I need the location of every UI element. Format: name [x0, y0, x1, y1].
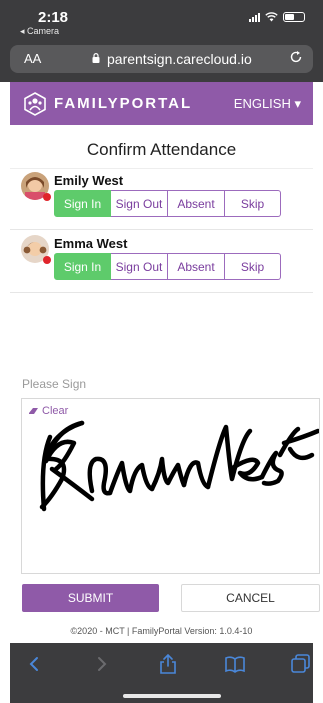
logo-text: FAMILYPORTAL — [54, 95, 193, 112]
sign-out-button[interactable]: Sign Out — [111, 190, 168, 217]
clock: 2:18 — [38, 9, 69, 26]
absent-button[interactable]: Absent — [168, 253, 225, 280]
clear-signature-button[interactable]: Clear — [28, 405, 68, 417]
wifi-icon — [265, 12, 278, 22]
status-bar: 2:18 ◂ Camera — [0, 0, 323, 40]
bookmarks-icon[interactable] — [224, 653, 246, 675]
browser-toolbar — [10, 643, 313, 703]
share-icon[interactable] — [157, 653, 179, 675]
student-name: Emma West — [54, 236, 128, 251]
footer-text: ©2020 - MCT | FamilyPortal Version: 1.0.… — [70, 626, 253, 636]
status-dot — [43, 256, 51, 264]
address-bar[interactable]: AA parentsign.carecloud.io — [10, 45, 313, 73]
skip-button[interactable]: Skip — [225, 253, 281, 280]
page-title: Confirm Attendance — [86, 140, 237, 159]
tabs-icon[interactable] — [290, 653, 312, 675]
family-portal-logo-icon — [24, 92, 46, 116]
text-size-button[interactable]: AA — [24, 51, 41, 66]
student-row: Emily West Sign In Sign Out Absent Skip — [10, 168, 313, 230]
signal-icon — [249, 12, 260, 22]
absent-button[interactable]: Absent — [168, 190, 225, 217]
status-dot — [43, 193, 51, 201]
forward-icon[interactable] — [90, 653, 112, 675]
language-selector[interactable]: ENGLISH ▾ — [234, 96, 301, 112]
attendance-button-group: Sign In Sign Out Absent Skip — [54, 190, 281, 217]
attendance-button-group: Sign In Sign Out Absent Skip — [54, 253, 281, 280]
reload-icon[interactable] — [289, 50, 303, 64]
lock-icon — [92, 53, 100, 63]
back-icon[interactable] — [24, 653, 46, 675]
handwritten-signature — [39, 420, 319, 512]
student-row: Emma West Sign In Sign Out Absent Skip — [10, 232, 313, 293]
url-text[interactable]: parentsign.carecloud.io — [107, 51, 252, 67]
signature-label: Please Sign — [22, 377, 87, 391]
skip-button[interactable]: Skip — [225, 190, 281, 217]
student-name: Emily West — [54, 173, 124, 188]
battery-icon — [283, 12, 305, 22]
home-indicator — [123, 694, 221, 698]
sign-in-button[interactable]: Sign In — [54, 190, 111, 217]
sign-out-button[interactable]: Sign Out — [111, 253, 168, 280]
submit-button[interactable]: SUBMIT — [22, 584, 159, 612]
eraser-icon — [29, 408, 38, 414]
cancel-button[interactable]: CANCEL — [181, 584, 320, 612]
browser-chrome: 2:18 ◂ Camera AA parentsign.carecloud.io — [0, 0, 323, 82]
app-header: FAMILYPORTAL ENGLISH ▾ — [10, 82, 313, 125]
back-to-app-link[interactable]: ◂ Camera — [20, 26, 59, 37]
screen: 2:18 ◂ Camera AA parentsign.carecloud.io… — [0, 0, 323, 703]
system-icons — [249, 12, 305, 22]
clear-label: Clear — [42, 405, 69, 417]
sign-in-button[interactable]: Sign In — [54, 253, 111, 280]
signature-pad[interactable]: Clear — [21, 398, 320, 574]
